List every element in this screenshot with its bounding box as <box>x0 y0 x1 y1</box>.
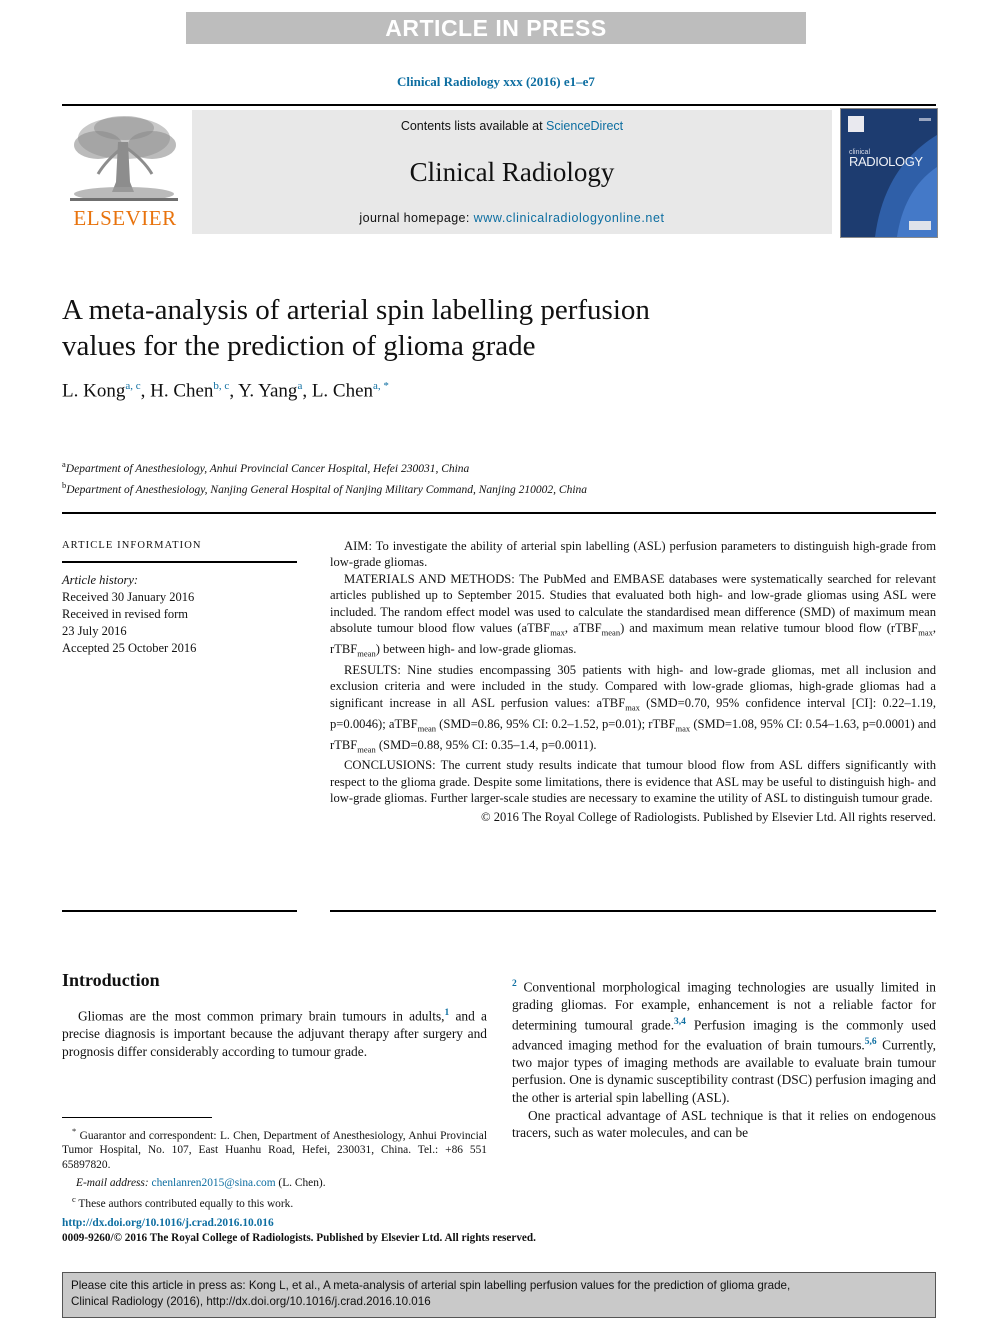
article-information-rule <box>62 561 297 563</box>
abstract-methods-text: ) and maximum mean relative tumour blood… <box>620 621 919 636</box>
running-head: Clinical Radiology xxx (2016) e1–e7 <box>397 74 595 89</box>
contents-available-line: Contents lists available at ScienceDirec… <box>401 119 623 133</box>
affiliation-list: aDepartment of Anesthesiology, Anhui Pro… <box>62 456 936 498</box>
email-address-label: E-mail address: <box>76 1176 149 1189</box>
author-affiliation-mark: a, c <box>125 380 141 392</box>
affiliation-item: aDepartment of Anesthesiology, Anhui Pro… <box>62 456 936 477</box>
introduction-paragraph-left: Gliomas are the most common primary brai… <box>62 1005 487 1060</box>
article-history-item: Received in revised form <box>62 607 188 621</box>
footnote-block: * Guarantor and correspondent: L. Chen, … <box>62 1124 487 1212</box>
author-affiliation-mark: a, * <box>373 380 389 392</box>
article-history-item: Accepted 25 October 2016 <box>62 641 197 655</box>
body-column-left: Introduction Gliomas are the most common… <box>62 970 487 1060</box>
issn-copyright-line: 0009-9260/© 2016 The Royal College of Ra… <box>62 1232 536 1244</box>
article-history-label: Article history: <box>62 573 139 587</box>
article-history: Article history: Received 30 January 201… <box>62 572 302 657</box>
journal-title: Clinical Radiology <box>409 156 615 187</box>
journal-cover-thumbnail: clinical RADIOLOGY <box>840 108 938 238</box>
subscript: max <box>675 723 691 734</box>
introduction-heading: Introduction <box>62 970 160 990</box>
body-column-right: 2 Conventional morphological imaging tec… <box>512 976 936 1142</box>
journal-homepage-line: journal homepage: www.clinicalradiologyo… <box>359 211 664 225</box>
introduction-paragraph-2: One practical advantage of ASL technique… <box>512 1107 936 1141</box>
abstract-results-paragraph: RESULTS: Nine studies encompassing 305 p… <box>330 662 936 758</box>
author-separator: , <box>140 380 151 402</box>
contents-prefix: Contents lists available at <box>400 119 547 133</box>
footnote-equal-contribution: c These authors contributed equally to t… <box>62 1192 487 1211</box>
footnote-text: Guarantor and correspondent: L. Chen, De… <box>62 1129 487 1171</box>
abstract-methods-text: , aTBF <box>564 621 602 636</box>
elsevier-tree-icon <box>68 112 180 204</box>
abstract-bottom-rule-right <box>330 910 936 912</box>
author-name: L. Kong <box>62 380 126 402</box>
author-list: L. Konga, c, H. Chenb, c, Y. Yanga, L. C… <box>62 380 702 402</box>
cite-line-1: Please cite this article in press as: Ko… <box>71 1279 791 1292</box>
citation-ref[interactable]: 5,6 <box>865 1037 877 1047</box>
svg-text:RADIOLOGY: RADIOLOGY <box>849 154 923 169</box>
author-name: H. Chen <box>150 380 214 402</box>
sciencedirect-link[interactable]: ScienceDirect <box>546 119 623 133</box>
introduction-paragraph-right: 2 Conventional morphological imaging tec… <box>512 976 936 1107</box>
author-affiliation-mark: b, c <box>213 380 230 392</box>
author-name: L. Chen <box>311 380 374 402</box>
elsevier-logo: ELSEVIER <box>62 110 188 234</box>
abstract-aim-label: AIM: <box>344 539 372 553</box>
abstract: AIM: To investigate the ability of arter… <box>330 538 936 825</box>
masthead-top-rule <box>62 104 936 106</box>
cite-line-2: Clinical Radiology (2016), http://dx.doi… <box>71 1294 431 1308</box>
subscript: max <box>625 702 640 713</box>
email-owner: (L. Chen). <box>275 1176 326 1189</box>
article-history-item: 23 July 2016 <box>62 624 127 638</box>
affiliation-text: Department of Anesthesiology, Anhui Prov… <box>65 462 470 475</box>
footer-doi-block: http://dx.doi.org/10.1016/j.crad.2016.10… <box>62 1216 662 1246</box>
email-link[interactable]: chenlanren2015@sina.com <box>152 1177 276 1189</box>
affiliation-text: Department of Anesthesiology, Nanjing Ge… <box>66 483 588 496</box>
author-separator: , <box>229 380 239 402</box>
article-in-press-label: ARTICLE IN PRESS <box>385 14 607 41</box>
journal-homepage-link[interactable]: www.clinicalradiologyonline.net <box>474 211 665 225</box>
abstract-bottom-rule-left <box>62 910 297 912</box>
article-in-press-banner: ARTICLE IN PRESS <box>186 12 806 44</box>
article-information-heading: Article information <box>62 540 202 551</box>
abstract-results-text: (SMD=0.88, 95% CI: 0.35–1.4, p=0.0011). <box>375 737 597 752</box>
footnote-text: These authors contributed equally to thi… <box>75 1197 294 1210</box>
please-cite-box: Please cite this article in press as: Ko… <box>62 1272 936 1318</box>
footnote-email: E-mail address: chenlanren2015@sina.com … <box>62 1176 487 1191</box>
doi-link[interactable]: http://dx.doi.org/10.1016/j.crad.2016.10… <box>62 1216 662 1231</box>
subscript: mean <box>417 723 436 734</box>
homepage-prefix: journal homepage: <box>359 211 474 225</box>
intro-text: Gliomas are the most common primary brai… <box>78 1008 445 1024</box>
abstract-results-text: (SMD=0.86, 95% CI: 0.2–1.52, p=0.01); rT… <box>436 716 676 731</box>
abstract-conclusions-paragraph: CONCLUSIONS: The current study results i… <box>330 757 936 806</box>
abstract-aim-paragraph: AIM: To investigate the ability of arter… <box>330 538 936 571</box>
author-separator: , <box>302 380 312 402</box>
subscript: mean <box>357 648 376 659</box>
footnote-separator-rule <box>62 1117 212 1118</box>
abstract-methods-paragraph: MATERIALS AND METHODS: The PubMed and EM… <box>330 571 936 662</box>
abstract-top-rule <box>62 512 936 514</box>
abstract-copyright: © 2016 The Royal College of Radiologists… <box>481 809 936 824</box>
contents-panel: Contents lists available at ScienceDirec… <box>192 110 832 234</box>
abstract-aim-text: To investigate the ability of arterial s… <box>330 539 936 570</box>
subscript: max <box>550 627 565 638</box>
subscript: mean <box>357 744 376 755</box>
article-information-panel: Article information Article history: Rec… <box>62 540 302 657</box>
article-history-item: Received 30 January 2016 <box>62 590 195 604</box>
elsevier-wordmark: ELSEVIER <box>73 206 177 230</box>
abstract-methods-text: ) between high- and low-grade gliomas. <box>375 641 577 656</box>
abstract-results-label: RESULTS: <box>344 662 401 677</box>
author-name: Y. Yang <box>238 380 298 402</box>
affiliation-item: bDepartment of Anesthesiology, Nanjing G… <box>62 477 936 498</box>
title-block: A meta-analysis of arterial spin labelli… <box>62 292 702 402</box>
footnote-corresponding-author: * Guarantor and correspondent: L. Chen, … <box>62 1124 487 1173</box>
abstract-methods-label: MATERIALS AND METHODS: <box>344 571 515 586</box>
subscript: mean <box>601 627 621 638</box>
abstract-conclusions-label: CONCLUSIONS: <box>344 758 436 773</box>
subscript: max <box>918 627 933 638</box>
journal-masthead: ELSEVIER Contents lists available at Sci… <box>62 104 938 238</box>
page-title: A meta-analysis of arterial spin labelli… <box>62 294 650 362</box>
citation-ref[interactable]: 3,4 <box>674 1017 686 1027</box>
